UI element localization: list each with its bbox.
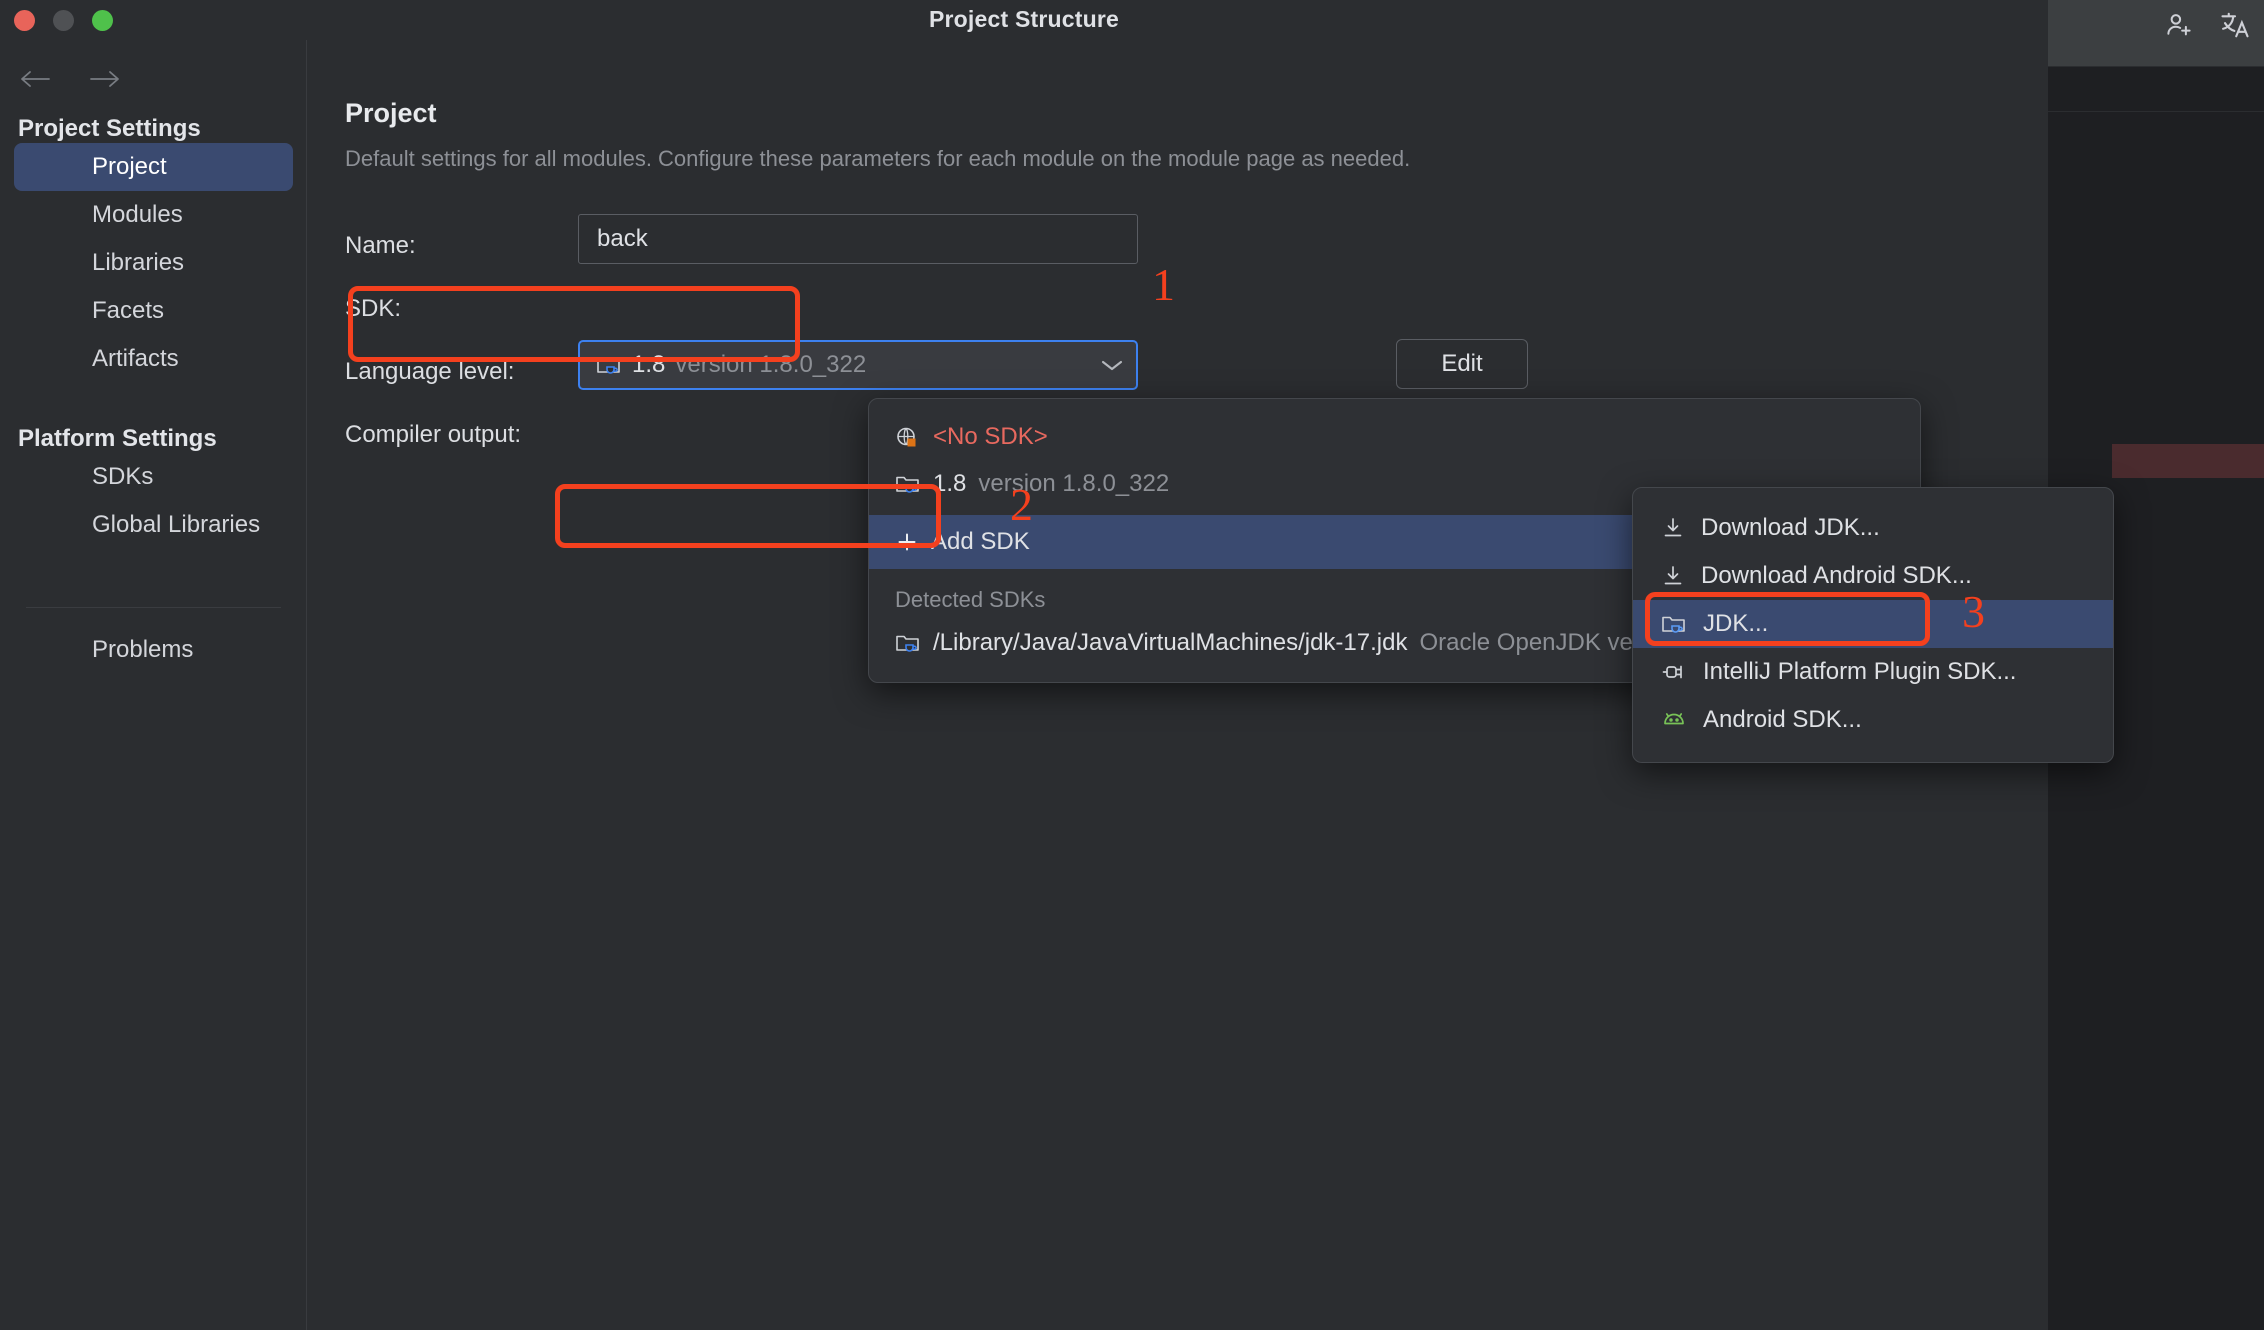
language-level-label: Language level: (345, 358, 515, 385)
sidebar-item-label: Libraries (92, 249, 185, 276)
annotation-number-3: 3 (1962, 586, 1985, 637)
sidebar-item-facets[interactable]: Facets (14, 287, 293, 335)
compiler-output-label: Compiler output: (345, 421, 522, 448)
jdk-folder-icon (596, 353, 622, 377)
submenu-item-jdk[interactable]: JDK... (1633, 600, 2113, 648)
sdk-option-label: 1.8 (933, 469, 967, 497)
sidebar-item-label: Project (92, 153, 167, 180)
sdk-combo[interactable]: 1.8 version 1.8.0_322 (578, 340, 1138, 390)
sdk-option-label: <No SDK> (933, 422, 1048, 450)
download-icon (1661, 516, 1685, 540)
forward-arrow-icon[interactable] (88, 68, 122, 92)
ide-editor-tab-row (2048, 67, 2264, 111)
submenu-item-download-jdk[interactable]: Download JDK... (1633, 504, 2113, 552)
sidebar-item-label: Artifacts (92, 345, 179, 372)
sidebar-group-platform-settings: Platform Settings SDKs Global Libraries (0, 425, 307, 549)
sidebar-item-label: Global Libraries (92, 511, 261, 538)
sidebar-item-artifacts[interactable]: Artifacts (14, 335, 293, 383)
add-sdk-submenu: Download JDK... Download Android SDK... … (1632, 487, 2114, 763)
ide-toolbar (2048, 0, 2264, 67)
sidebar-group-title: Project Settings (18, 115, 201, 142)
ide-editor-body (2050, 112, 2264, 447)
back-arrow-icon[interactable] (18, 68, 52, 92)
sdk-combo-value: 1.8 (632, 351, 666, 378)
plugin-icon (1661, 660, 1687, 684)
sidebar-group-project-settings: Project Settings Project Modules Librari… (0, 115, 307, 383)
download-icon (1661, 564, 1685, 588)
sdk-label: SDK: (345, 295, 402, 322)
page-title: Project (345, 98, 437, 128)
sidebar-item-libraries[interactable]: Libraries (14, 239, 293, 287)
jdk-folder-icon (1661, 612, 1687, 636)
submenu-item-label: Download JDK... (1701, 514, 1880, 541)
name-input-value: back (597, 225, 648, 252)
sidebar-item-label: Modules (92, 201, 183, 228)
translate-icon[interactable] (2220, 10, 2250, 40)
sidebar-item-label: Facets (92, 297, 165, 324)
submenu-item-label: IntelliJ Platform Plugin SDK... (1703, 658, 2017, 685)
plus-icon (895, 530, 919, 554)
name-label: Name: (345, 232, 416, 259)
submenu-item-download-android-sdk[interactable]: Download Android SDK... (1633, 552, 2113, 600)
sidebar-item-project[interactable]: Project (14, 143, 293, 191)
annotation-number-2: 2 (1010, 479, 1033, 530)
dialog-titlebar: Project Structure (0, 0, 2048, 40)
jdk-folder-icon (895, 472, 921, 496)
sidebar-item-modules[interactable]: Modules (14, 191, 293, 239)
detected-sdk-path: /Library/Java/JavaVirtualMachines/jdk-17… (933, 628, 1408, 656)
chevron-down-icon (1100, 358, 1124, 372)
sidebar-item-label: SDKs (92, 463, 154, 490)
sidebar-nav-arrows (18, 68, 122, 92)
add-user-icon[interactable] (2164, 10, 2194, 40)
annotation-number-1: 1 (1152, 259, 1175, 310)
submenu-item-intellij-platform-plugin-sdk[interactable]: IntelliJ Platform Plugin SDK... (1633, 648, 2113, 696)
sdk-combo-version: version 1.8.0_322 (675, 351, 867, 378)
add-sdk-label: Add SDK (931, 528, 1030, 555)
sidebar-divider (26, 607, 281, 608)
name-input[interactable]: back (578, 214, 1138, 264)
dialog-title: Project Structure (928, 6, 1119, 32)
sidebar-item-sdks[interactable]: SDKs (14, 453, 293, 501)
submenu-item-label: Download Android SDK... (1701, 562, 1972, 589)
sidebar-item-label: Problems (92, 636, 194, 663)
sidebar-item-problems[interactable]: Problems (14, 626, 293, 674)
submenu-item-label: JDK... (1703, 610, 1769, 637)
edit-button[interactable]: Edit (1396, 339, 1528, 389)
sidebar-group-title: Platform Settings (18, 425, 217, 452)
edit-button-label: Edit (1441, 350, 1483, 377)
sdk-option-version: version 1.8.0_322 (978, 469, 1170, 497)
settings-sidebar: Project Settings Project Modules Librari… (0, 40, 307, 1330)
android-icon (1661, 708, 1687, 732)
page-subtitle: Default settings for all modules. Config… (345, 146, 1411, 171)
sidebar-group-other: Problems (0, 585, 307, 674)
ide-error-band (2112, 444, 2264, 478)
submenu-item-label: Android SDK... (1703, 706, 1862, 733)
sidebar-item-global-libraries[interactable]: Global Libraries (14, 501, 293, 549)
sdk-option-no-sdk[interactable]: <No SDK> (869, 413, 1920, 460)
ide-toolbar-icon-group (2164, 10, 2250, 40)
no-sdk-icon (895, 425, 921, 449)
submenu-item-android-sdk[interactable]: Android SDK... (1633, 696, 2113, 744)
jdk-folder-icon (895, 631, 921, 655)
